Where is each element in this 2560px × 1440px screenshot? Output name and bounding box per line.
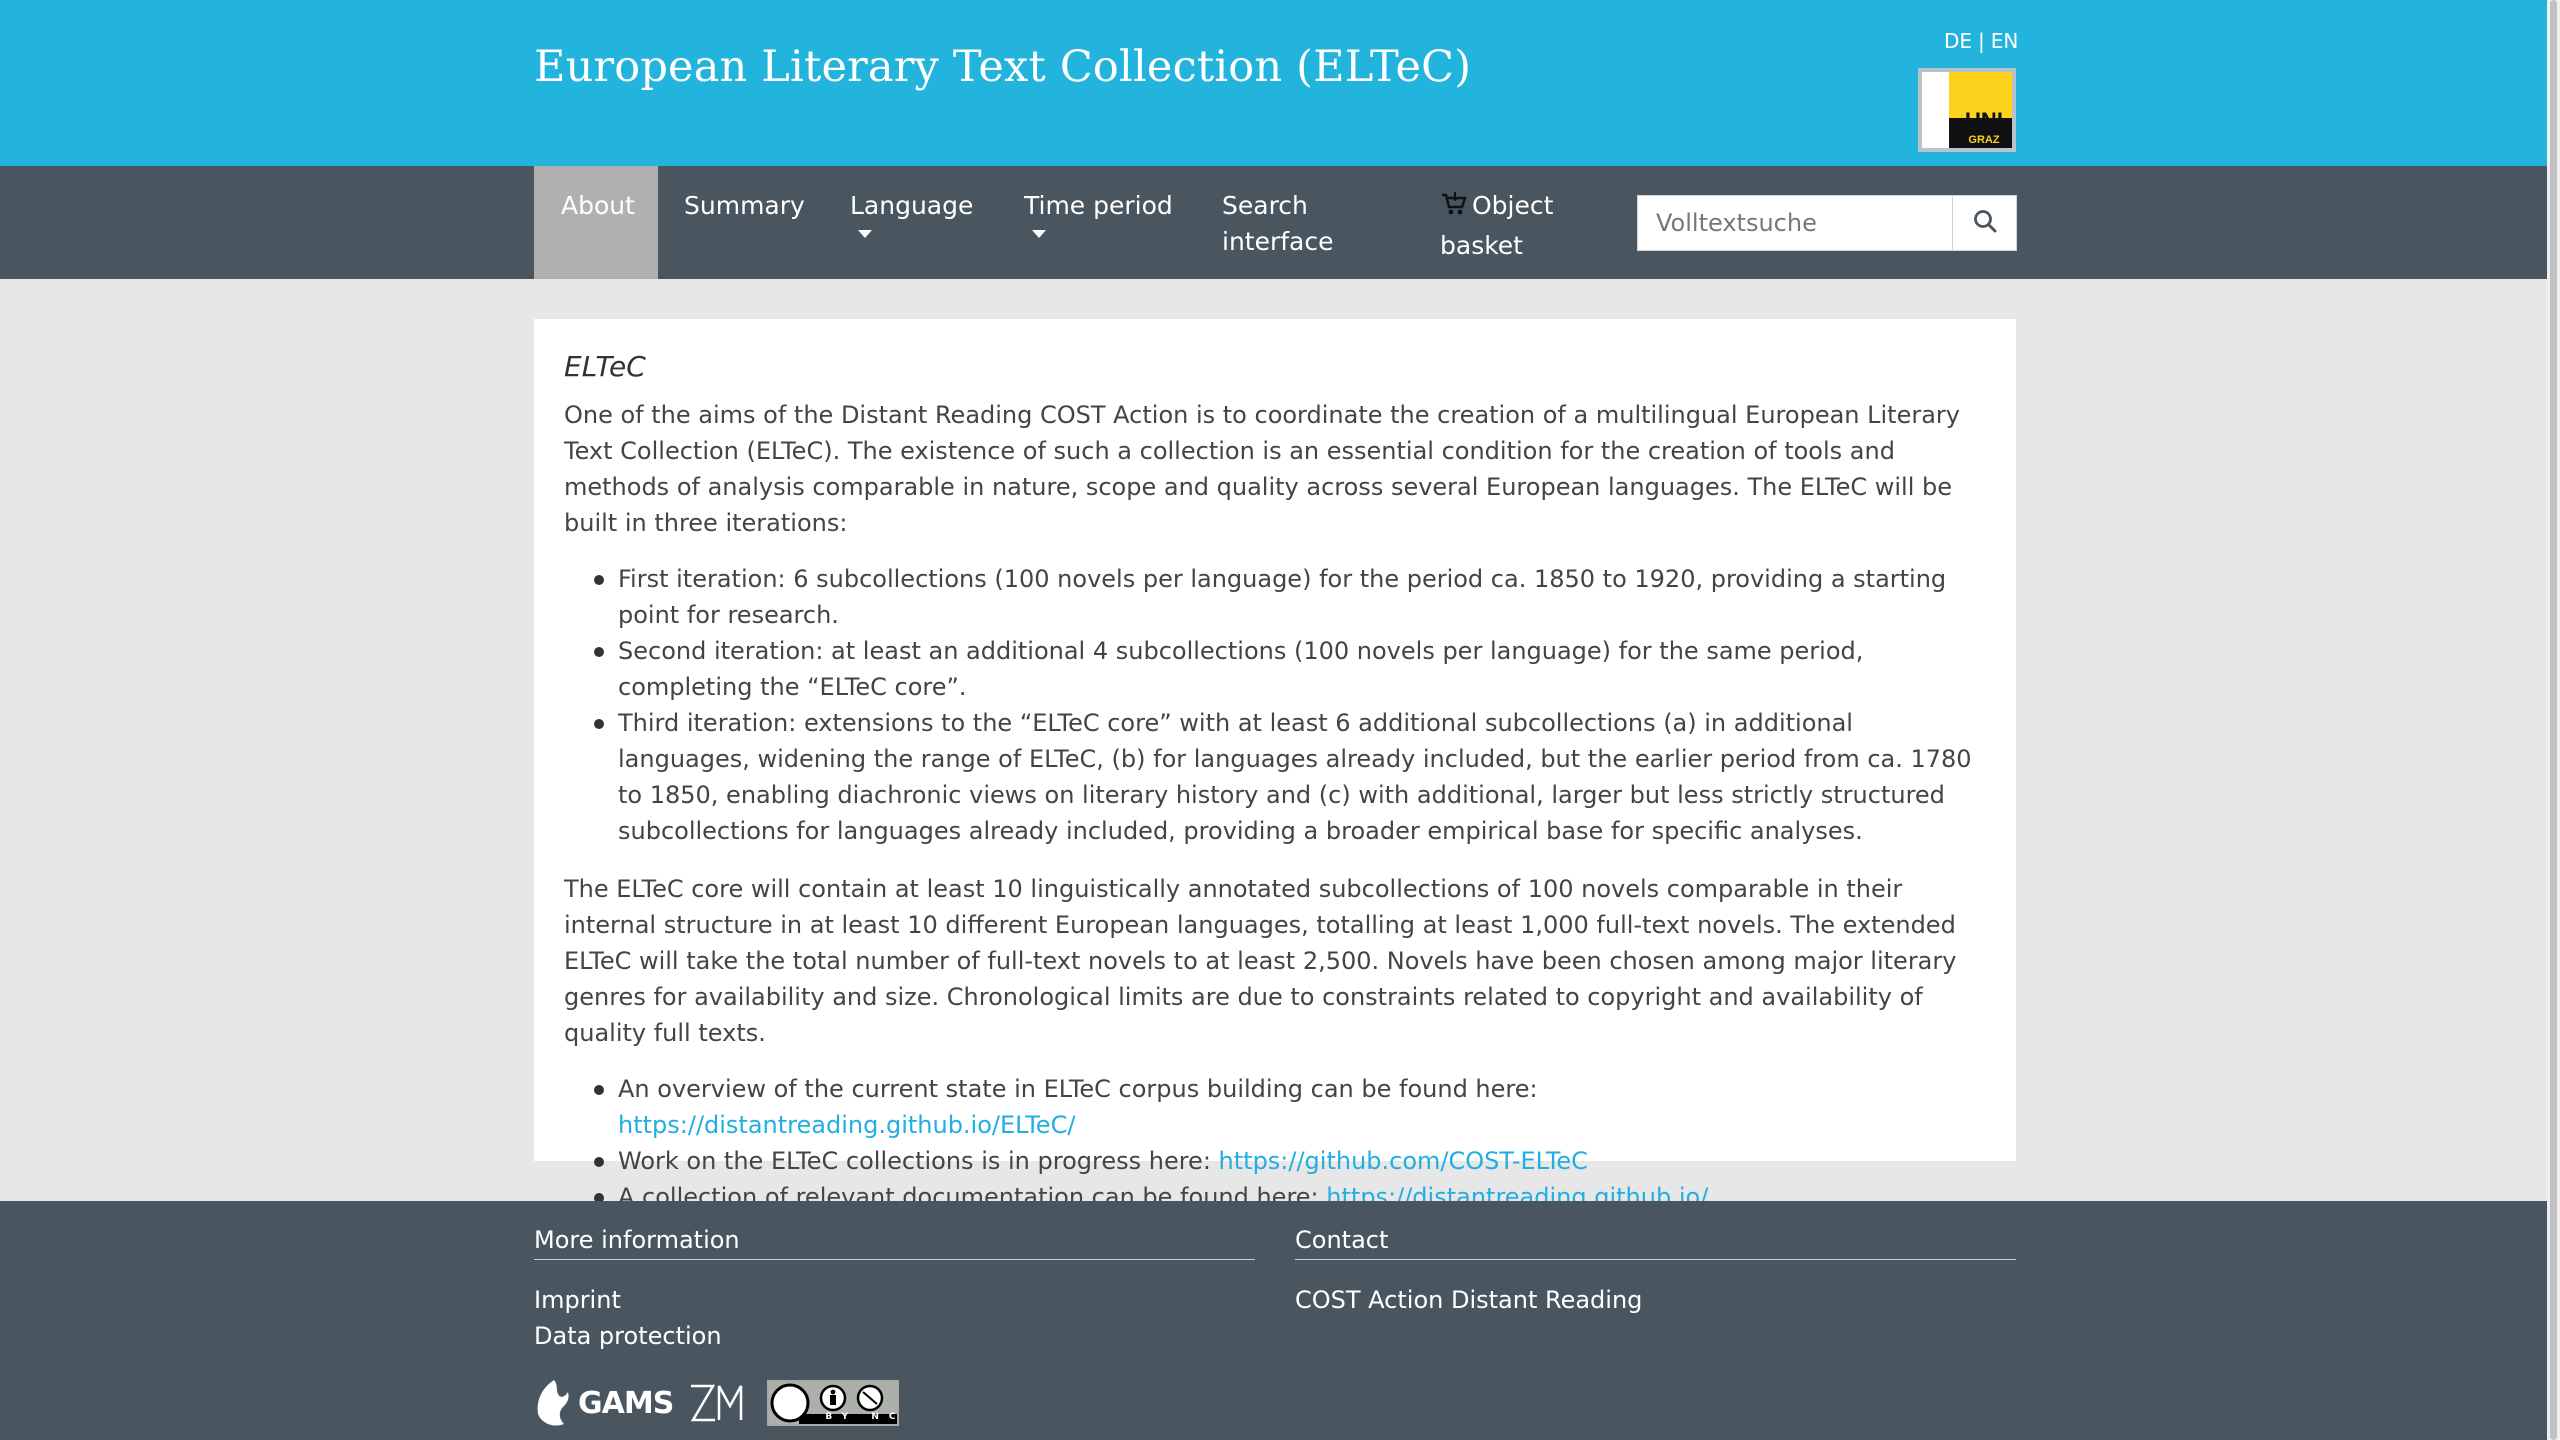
language-switch: DE | EN xyxy=(1944,29,2019,53)
shopping-cart-icon xyxy=(1440,190,1468,228)
eltec-overview-link[interactable]: https://distantreading.github.io/ELTeC/ xyxy=(618,1111,1075,1139)
article-body: One of the aims of the Distant Reading C… xyxy=(564,397,1986,1215)
lang-en-link[interactable]: EN xyxy=(1991,29,2019,53)
fulltext-search xyxy=(1637,195,2017,251)
list-item: Second iteration: at least an additional… xyxy=(564,633,1986,705)
main-content-card: ELTeC One of the aims of the Distant Rea… xyxy=(534,319,2016,1211)
list-item: Work on the ELTeC collections is in prog… xyxy=(564,1143,1986,1179)
nav-object-basket-line2: basket xyxy=(1440,231,1523,260)
list-item: First iteration: 6 subcollections (100 n… xyxy=(564,561,1986,633)
intro-paragraph: One of the aims of the Distant Reading C… xyxy=(564,401,1960,537)
nav-about[interactable]: About xyxy=(534,166,658,279)
cc-text: BY NC xyxy=(825,1412,906,1422)
chevron-down-icon xyxy=(858,230,872,238)
page-scrollbar[interactable] xyxy=(2547,0,2560,1440)
contact-link[interactable]: COST Action Distant Reading xyxy=(1295,1282,1642,1318)
logo-graz-text: GRAZ xyxy=(1968,134,2000,146)
imprint-link[interactable]: Imprint xyxy=(534,1282,621,1318)
scrollbar-thumb[interactable] xyxy=(2550,0,2557,1440)
lang-separator: | xyxy=(1978,29,1985,53)
cc-license-badge[interactable]: BY NC xyxy=(767,1380,900,1426)
site-footer: More information Imprint Data protection… xyxy=(0,1201,2547,1440)
iterations-list: First iteration: 6 subcollections (100 n… xyxy=(564,561,1986,849)
resources-list: An overview of the current state in ELTe… xyxy=(564,1071,1986,1215)
resource-text: An overview of the current state in ELTe… xyxy=(618,1075,1538,1103)
github-eltec-link[interactable]: https://github.com/COST-ELTeC xyxy=(1219,1147,1588,1175)
nav-time-period-label: Time period xyxy=(1024,191,1173,220)
uni-graz-logo[interactable]: UNI GRAZ xyxy=(1918,68,2016,152)
gams-logo-text: GAMS xyxy=(578,1385,674,1421)
nav-object-basket-line1: Object xyxy=(1472,191,1554,220)
page-title: ELTeC xyxy=(564,350,646,383)
core-paragraph: The ELTeC core will contain at least 10 … xyxy=(564,875,1957,1047)
nav-search-interface-line2: interface xyxy=(1222,227,1334,256)
more-information-heading: More information xyxy=(534,1223,1255,1260)
data-protection-link[interactable]: Data protection xyxy=(534,1318,722,1354)
search-button[interactable] xyxy=(1952,196,2016,250)
search-input[interactable] xyxy=(1638,196,1952,250)
nav-about-label: About xyxy=(561,191,635,220)
nav-summary[interactable]: Summary xyxy=(658,166,808,279)
logo-uni-text: UNI xyxy=(1965,108,2003,133)
chevron-down-icon xyxy=(1032,230,1046,238)
search-icon xyxy=(1972,208,1998,238)
lang-de-link[interactable]: DE xyxy=(1944,29,1972,53)
footer-logos: GAMS BY NC xyxy=(534,1377,900,1429)
site-header: European Literary Text Collection (ELTeC… xyxy=(0,0,2547,166)
nav-search-interface-line1: Search xyxy=(1222,191,1308,220)
nav-object-basket[interactable]: Object basket xyxy=(1420,166,1600,279)
list-item: An overview of the current state in ELTe… xyxy=(564,1071,1986,1143)
resource-text: Work on the ELTeC collections is in prog… xyxy=(618,1147,1219,1175)
gams-logo[interactable]: GAMS xyxy=(534,1378,674,1428)
main-navbar: About Summary Language Time period Searc… xyxy=(0,166,2547,279)
list-item: Third iteration: extensions to the “ELTe… xyxy=(564,705,1986,849)
nav-language-dropdown[interactable]: Language xyxy=(830,166,990,279)
nav-search-interface[interactable]: Search interface xyxy=(1202,166,1402,279)
nav-time-period-dropdown[interactable]: Time period xyxy=(1004,166,1204,279)
nav-language-label: Language xyxy=(850,191,974,220)
site-title[interactable]: European Literary Text Collection (ELTeC… xyxy=(534,42,1471,92)
zim-logo[interactable] xyxy=(687,1380,747,1426)
nav-summary-label: Summary xyxy=(684,191,805,220)
contact-heading: Contact xyxy=(1295,1223,2016,1260)
